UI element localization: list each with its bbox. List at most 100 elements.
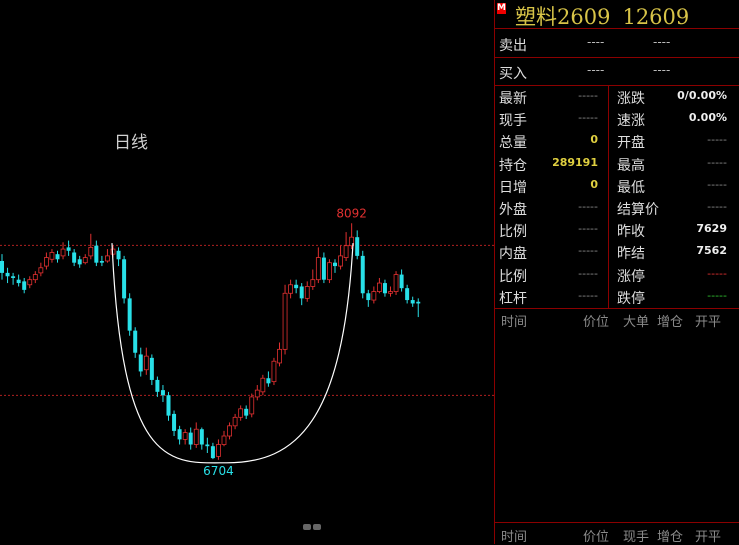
- candle-body: [155, 379, 160, 392]
- stat-value: -----: [707, 177, 727, 191]
- ticks-header: 时间 价位 大单 增仓 开平: [495, 310, 739, 330]
- stat-row-right-5: 结算价 -----: [617, 199, 727, 221]
- candle-body: [315, 257, 321, 281]
- candle-body: [160, 390, 165, 396]
- candle-body: [199, 429, 204, 445]
- stat-value: -----: [707, 288, 727, 302]
- candle-body: [360, 255, 365, 294]
- candle-body: [355, 237, 360, 256]
- candle-body: [288, 284, 294, 294]
- stat-label: 比例: [499, 224, 527, 241]
- candle-body: [271, 360, 277, 383]
- candle-body: [22, 281, 27, 290]
- trades-col-lastvol: 现手: [623, 530, 650, 545]
- candle-body: [282, 292, 288, 350]
- stat-label: 日增: [499, 179, 527, 196]
- stat-label: 内盘: [499, 246, 527, 263]
- candle-body: [321, 257, 326, 280]
- candle-body: [99, 260, 104, 263]
- stat-value: 0/0.00%: [677, 89, 727, 102]
- candle-body: [122, 259, 127, 299]
- candle-body: [244, 408, 249, 416]
- stat-row-left-6: 比例 -----: [499, 221, 598, 243]
- bid-volume: ----: [653, 63, 671, 77]
- candle-body: [143, 355, 149, 371]
- candle-body: [333, 262, 337, 267]
- ask-label: 卖出: [499, 38, 527, 54]
- candle-body: [32, 274, 38, 281]
- candle-body: [60, 248, 66, 257]
- stat-label: 跌停: [617, 290, 645, 307]
- candle-body: [66, 247, 71, 251]
- candle-body: [44, 257, 49, 267]
- symbol-price: 12609: [622, 5, 690, 29]
- stat-label: 外盘: [499, 202, 527, 218]
- candle-body: [72, 252, 77, 263]
- candle-body: [382, 283, 387, 294]
- stats-divider: [608, 86, 609, 308]
- candle-body: [232, 416, 238, 427]
- stat-label: 持仓: [499, 157, 527, 174]
- candle-body: [177, 429, 182, 440]
- trades-col-oi-change: 增仓: [657, 530, 684, 545]
- kline-chart[interactable]: 日线 8092 6704: [0, 0, 494, 544]
- stat-value: -----: [578, 222, 598, 236]
- candle-body: [399, 274, 404, 289]
- candle-body: [294, 284, 299, 289]
- high-price-label: 8092: [336, 206, 367, 220]
- stat-row-left-9: 杠杆 -----: [499, 288, 598, 310]
- stat-row-right-8: 涨停 -----: [617, 266, 727, 288]
- candle-body: [82, 257, 88, 264]
- stat-row-right-1: 速涨 0.00%: [617, 110, 727, 132]
- stat-label: 昨结: [617, 246, 645, 263]
- candle-body: [166, 395, 171, 416]
- candle-body: [16, 279, 21, 284]
- candle-body: [304, 286, 310, 299]
- ticks-col-price: 价位: [583, 315, 610, 330]
- bid-label: 买入: [499, 66, 527, 82]
- low-price-label: 6704: [203, 464, 234, 478]
- trades-col-price: 价位: [583, 530, 610, 545]
- candle-body: [88, 246, 94, 257]
- candle-body: [260, 377, 266, 393]
- symbol-title: 塑料2609 12609: [515, 1, 701, 31]
- stat-label: 最新: [499, 91, 527, 107]
- ask-volume: ----: [653, 35, 671, 49]
- ticks-col-bigorder: 大单: [623, 315, 650, 330]
- candle-body: [138, 354, 143, 372]
- stat-value: -----: [707, 133, 727, 147]
- candle-body: [221, 435, 227, 445]
- candle-body: [343, 245, 349, 258]
- candle-body: [172, 413, 177, 431]
- ask-row: 卖出 ---- ----: [495, 29, 739, 58]
- trades-col-time: 时间: [501, 530, 528, 545]
- trades-header: 时间 价位 现手 增仓 开平: [495, 522, 739, 545]
- stat-value: -----: [707, 200, 727, 213]
- stat-row-right-3: 最高 -----: [617, 155, 727, 177]
- stat-value: -----: [578, 89, 598, 102]
- stat-label: 速涨: [617, 113, 645, 130]
- candle-body: [133, 330, 138, 353]
- candles: [0, 223, 421, 460]
- candle-body: [266, 378, 271, 384]
- candle-body: [410, 300, 415, 304]
- candle-body: [182, 432, 188, 440]
- stat-row-left-7: 内盘 -----: [499, 243, 598, 265]
- stat-row-right-4: 最低 -----: [617, 177, 727, 199]
- stat-row-left-2: 总量 0: [499, 132, 598, 154]
- candle-body: [277, 348, 282, 364]
- quote-header: M 塑料2609 12609: [495, 0, 739, 29]
- stat-label: 涨跌: [617, 91, 645, 107]
- candle-body: [127, 298, 132, 331]
- stat-label: 杠杆: [499, 290, 527, 307]
- ticks-col-time: 时间: [501, 315, 528, 330]
- stats-grid: 最新 ----- 现手 ----- 总量 0 持仓 289191 日增 0 外盘 ----- 比例 ---…: [495, 86, 739, 309]
- stat-value: 0.00%: [688, 111, 727, 125]
- candle-body: [371, 291, 377, 301]
- stat-value: -----: [578, 288, 598, 302]
- candle-body: [388, 291, 393, 294]
- stat-row-left-5: 外盘 -----: [499, 199, 598, 221]
- candle-body: [49, 252, 55, 260]
- candle-body: [38, 267, 44, 274]
- candle-body: [327, 262, 332, 281]
